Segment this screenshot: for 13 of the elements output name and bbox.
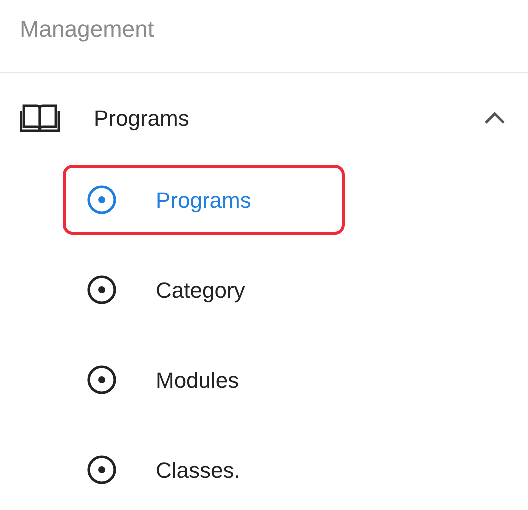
- book-icon: [20, 102, 60, 134]
- section-title: Management: [20, 15, 154, 44]
- submenu-item[interactable]: Category: [63, 255, 345, 325]
- chevron-icon: [484, 111, 506, 125]
- submenu-item[interactable]: Classes.: [63, 435, 345, 505]
- menu-group-header[interactable]: Programs: [0, 73, 528, 163]
- radio-icon: [86, 184, 118, 216]
- menu-group-label: Programs: [94, 104, 190, 133]
- radio-icon: [86, 364, 118, 396]
- submenu-item[interactable]: Programs: [63, 165, 345, 235]
- submenu-item[interactable]: Modules: [63, 345, 345, 415]
- radio-icon: [86, 454, 118, 486]
- radio-icon: [86, 274, 118, 306]
